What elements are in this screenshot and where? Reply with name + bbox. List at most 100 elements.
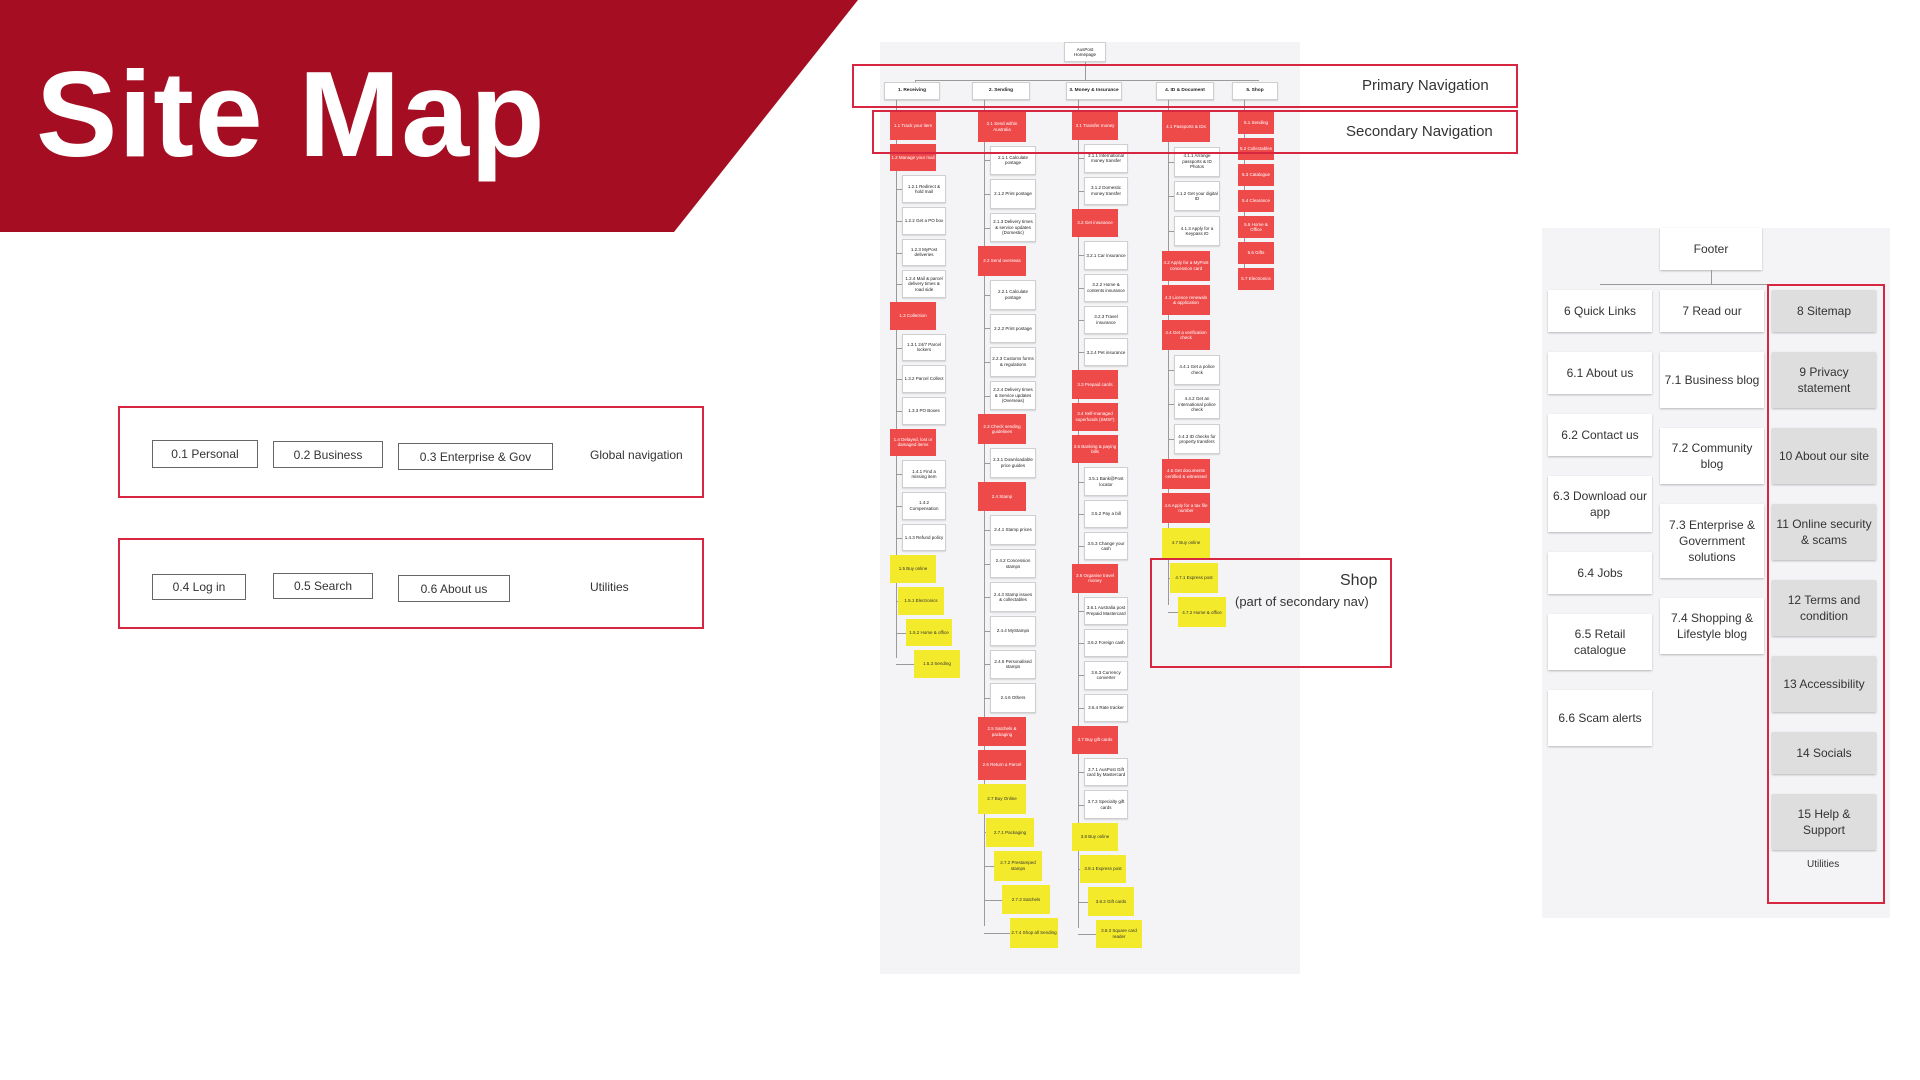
sitemap-node-4-11: 4.6 Apply for a tax file number xyxy=(1162,493,1210,524)
sitemap-node-5-6: 5.7 Electronics xyxy=(1238,268,1274,290)
sitemap-node-2-8: 2.2.4 Delivery times & Service updates (… xyxy=(990,380,1036,411)
branch-line xyxy=(1078,933,1096,935)
footer-item-1-3: 6.3 Download our app xyxy=(1548,476,1652,532)
footer-item-2-0: 7 Read our xyxy=(1660,290,1764,332)
secondary-navigation-label: Secondary Navigation xyxy=(1346,123,1493,140)
footer-title-connector xyxy=(1711,270,1712,284)
sitemap-node-1-11: 1.4.1 Find a missing item xyxy=(902,460,946,488)
sitemap-node-3-22: 3.8 Buy online xyxy=(1072,822,1118,852)
global-navigation-label: Global navigation xyxy=(590,448,683,462)
sitemap-node-1-3: 1.2.2 Get a PO box xyxy=(902,207,946,235)
page-title: Site Map xyxy=(36,46,546,182)
global-nav-personal[interactable]: 0.1 Personal xyxy=(152,440,258,468)
sitemap-node-2-23: 2.7.3 Satchels xyxy=(1002,884,1050,915)
sitemap-node-2-12: 2.4.1 Stamp prices xyxy=(990,515,1036,545)
sitemap-node-2-6: 2.2.2 Print postage xyxy=(990,313,1036,344)
sitemap-node-1-17: 1.5.3 Sending xyxy=(914,650,960,678)
sitemap-node-3-5: 3.2.2 Home & contents insurance xyxy=(1084,273,1128,302)
branch-line xyxy=(984,899,1002,901)
sitemap-node-2-11: 2.4 Stamp xyxy=(978,481,1026,512)
footer-item-1-2: 6.2 Contact us xyxy=(1548,414,1652,456)
branch-line xyxy=(896,632,906,634)
sitemap-node-1-13: 1.4.3 Refund policy xyxy=(902,523,946,552)
sitemap-node-3-10: 3.5 Banking & paying bills xyxy=(1072,435,1118,464)
sitemap-node-5-2: 5.3 Catalogue xyxy=(1238,164,1274,186)
footer-item-1-4: 6.4 Jobs xyxy=(1548,552,1652,594)
global-nav-business[interactable]: 0.2 Business xyxy=(273,441,383,468)
sitemap-node-2-14: 2.4.3 Stamp issues & collectables xyxy=(990,582,1036,612)
sitemap-node-1-15: 1.5.1 Electronics xyxy=(898,587,944,615)
sitemap-node-2-10: 2.3.1 Downloadable price guides xyxy=(990,448,1036,478)
sitemap-node-2-13: 2.4.2 Concession stamps xyxy=(990,548,1036,579)
sitemap-node-2-5: 2.2.1 Calculate postage xyxy=(990,280,1036,310)
sitemap-node-4-4: 4.2 Apply for a MyPost concession card xyxy=(1162,250,1210,281)
sitemap-node-3-17: 3.6.3 Currency converter xyxy=(1084,661,1128,690)
sitemap-node-2-9: 2.3 Check sending guidelines xyxy=(978,414,1026,444)
utilities-label: Utilities xyxy=(590,580,629,594)
sitemap-node-2-22: 2.7.2 Prestamped stamps xyxy=(994,851,1042,881)
sitemap-node-3-7: 3.2.4 Pet insurance xyxy=(1084,338,1128,367)
sitemap-node-3-11: 3.5.1 Bank@Post locator xyxy=(1084,467,1128,496)
branch-line xyxy=(1078,901,1088,903)
sitemap-node-3-25: 3.8.3 Square card reader xyxy=(1096,919,1142,948)
footer-item-2-4: 7.4 Shopping & Lifestyle blog xyxy=(1660,598,1764,654)
footer-title-node: Footer xyxy=(1660,228,1762,270)
sitemap-node-3-13: 3.5.3 Change your cash xyxy=(1084,532,1128,561)
shop-label: Shop xyxy=(1340,572,1378,589)
sitemap-node-1-9: 1.3.3 PO Boxes xyxy=(902,397,946,425)
sitemap-node-2-4: 2.2 Send overseas xyxy=(978,246,1026,276)
utility-about-us[interactable]: 0.6 About us xyxy=(398,575,510,602)
sitemap-node-4-9: 4.4.3 ID checks for property transfers xyxy=(1174,424,1220,454)
sitemap-node-2-18: 2.5 Satchels & packaging xyxy=(978,716,1026,747)
footer-item-2-1: 7.1 Business blog xyxy=(1660,352,1764,408)
sitemap-node-3-2: 3.1.2 Domestic money transfer xyxy=(1084,176,1128,205)
primary-navigation-label: Primary Navigation xyxy=(1362,77,1489,94)
sitemap-node-3-4: 3.2.1 Car insurance xyxy=(1084,241,1128,270)
sitemap-node-2-20: 2.7 Buy Online xyxy=(978,784,1026,814)
sitemap-node-3-8: 3.3 Prepaid cards xyxy=(1072,370,1118,399)
sitemap-node-3-16: 3.6.2 Foreign cash xyxy=(1084,628,1128,658)
sitemap-node-1-5: 1.2.4 Mail & parcel delivery times & roa… xyxy=(902,270,946,298)
sitemap-node-1-6: 1.3 Collection xyxy=(890,302,936,330)
sitemap-node-4-12: 4.7 Buy online xyxy=(1162,528,1210,558)
utility-search[interactable]: 0.5 Search xyxy=(273,573,373,599)
sitemap-node-2-24: 2.7.4 Shop all Sending xyxy=(1010,918,1058,948)
branch-line xyxy=(984,933,1010,935)
sitemap-node-3-24: 3.8.2 Gift cards xyxy=(1088,887,1134,916)
sitemap-node-5-3: 5.4 Clearance xyxy=(1238,190,1274,212)
sitemap-node-2-3: 2.1.3 Delivery times & service updates (… xyxy=(990,212,1036,243)
sitemap-node-3-15: 3.6.1 Australia post Prepaid Mastercard xyxy=(1084,596,1128,625)
sitemap-node-1-7: 1.3.1 24/7 Parcel lockers xyxy=(902,333,946,362)
footer-item-1-6: 6.6 Scam alerts xyxy=(1548,690,1652,746)
sitemap-root-node: AusPost Homepage xyxy=(1064,42,1106,62)
utility-log-in[interactable]: 0.4 Log in xyxy=(152,574,246,600)
sitemap-node-1-4: 1.2.3 MyPost deliveries xyxy=(902,238,946,267)
sitemap-node-4-5: 4.3 Licence renewals & application xyxy=(1162,285,1210,316)
sitemap-node-2-19: 2.6 Return a Parcel xyxy=(978,750,1026,780)
branch-line xyxy=(896,664,914,666)
sitemap-node-3-23: 3.8.1 Express post xyxy=(1080,855,1126,884)
footer-item-2-2: 7.2 Community blog xyxy=(1660,428,1764,484)
sitemap-node-2-21: 2.7.1 Packaging xyxy=(986,817,1034,848)
sitemap-node-3-6: 3.2.3 Travel insurance xyxy=(1084,305,1128,335)
global-nav-enterprise-gov[interactable]: 0.3 Enterprise & Gov xyxy=(398,443,553,470)
sitemap-node-3-9: 3.4 Self-managed superfunds (SMSF) xyxy=(1072,402,1118,432)
sitemap-node-2-16: 2.4.5 Personalised stamps xyxy=(990,649,1036,680)
sitemap-node-1-8: 1.3.2 Parcel Collect xyxy=(902,365,946,393)
sitemap-node-1-16: 1.5.2 Home & office xyxy=(906,618,952,647)
sitemap-node-1-10: 1.4 Delayed, lost or damaged items xyxy=(890,428,936,457)
sitemap-node-3-3: 3.2 Get insurance xyxy=(1072,208,1118,238)
sitemap-node-4-8: 4.4.2 Get an international police check xyxy=(1174,389,1220,420)
sitemap-node-3-12: 3.5.2 Pay a bill xyxy=(1084,499,1128,528)
sitemap-node-4-10: 4.5 Get documents certified & witnessed xyxy=(1162,458,1210,489)
sitemap-node-2-2: 2.1.2 Print postage xyxy=(990,179,1036,209)
sitemap-node-3-14: 3.6 Organise travel money xyxy=(1072,564,1118,593)
footer-item-2-3: 7.3 Enterprise & Government solutions xyxy=(1660,504,1764,578)
sitemap-node-3-21: 3.7.2 Specialty gift cards xyxy=(1084,790,1128,819)
sitemap-node-4-3: 4.1.3 Apply for a Keypass ID xyxy=(1174,216,1220,246)
sitemap-node-5-4: 5.5 Home & Office xyxy=(1238,216,1274,238)
sitemap-node-3-18: 3.6.4 Rate tracker xyxy=(1084,693,1128,722)
sitemap-node-1-14: 1.5 Buy online xyxy=(890,555,936,583)
shop-sublabel: (part of secondary nav) xyxy=(1235,594,1369,609)
footer-item-1-1: 6.1 About us xyxy=(1548,352,1652,394)
